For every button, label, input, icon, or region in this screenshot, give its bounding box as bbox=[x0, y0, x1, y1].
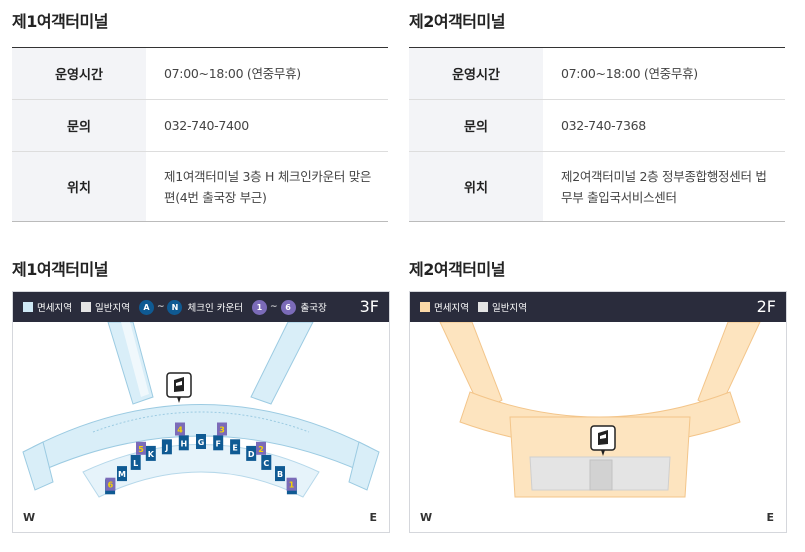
location-value: 제1여객터미널 3층 H 체크인카운터 맞은 편(4번 출국장 부근) bbox=[164, 168, 372, 205]
terminal2-map-title: 제2여객터미널 bbox=[409, 260, 505, 279]
map-legend-bar: 면세지역 일반지역 A ~ N 체크인 카운터 1 ~ 6 출국장 3F bbox=[13, 292, 389, 322]
checkin-to-badge: N bbox=[167, 299, 183, 315]
general-swatch bbox=[477, 302, 488, 312]
legend-general-label: 일반지역 bbox=[94, 303, 130, 314]
legend-duty-free: 면세지역 bbox=[23, 300, 72, 314]
hours-value: 07:00~18:00 (연중무휴) bbox=[561, 66, 698, 81]
table-row: 운영시간 07:00~18:00 (연중무휴) bbox=[12, 48, 388, 100]
gate-to-badge: 6 bbox=[280, 299, 296, 315]
terminal2-title: 제2여객터미널 bbox=[409, 12, 505, 31]
terminal1-map-title: 제1여객터미널 bbox=[12, 260, 108, 279]
table-row: 문의 032-740-7400 bbox=[12, 100, 388, 152]
checkin-counter-label: E bbox=[232, 443, 237, 452]
location-label: 위치 bbox=[12, 152, 146, 221]
hours-label: 운영시간 bbox=[409, 48, 543, 99]
terminal1-map: 면세지역 일반지역 A ~ N 체크인 카운터 1 ~ 6 출국장 3F M L… bbox=[12, 291, 390, 533]
terminal2-floor-plan bbox=[439, 322, 761, 498]
east-label: E bbox=[369, 511, 377, 524]
west-label: W bbox=[23, 511, 36, 524]
checkin-from-badge: A bbox=[138, 299, 154, 315]
legend-duty-free: 면세지역 bbox=[420, 300, 469, 314]
checkin-counter-label: B bbox=[277, 470, 283, 479]
gate-from-badge: 1 bbox=[251, 299, 267, 315]
t1-pier-right bbox=[250, 322, 314, 405]
terminal1-info-table: 운영시간 07:00~18:00 (연중무휴) 문의 032-740-7400 … bbox=[12, 47, 388, 222]
departure-gate-label: 3 bbox=[219, 426, 225, 435]
checkin-counter-label: F bbox=[215, 439, 220, 448]
legend-general-label: 일반지역 bbox=[491, 303, 527, 314]
terminal1-title: 제1여객터미널 bbox=[12, 12, 108, 31]
duty-free-swatch bbox=[23, 302, 33, 312]
legend-checkin: A ~ N 체크인 카운터 bbox=[138, 299, 243, 315]
general-swatch bbox=[80, 302, 91, 312]
hours-label: 운영시간 bbox=[12, 48, 146, 99]
table-row: 위치 제1여객터미널 3층 H 체크인카운터 맞은 편(4번 출국장 부근) bbox=[12, 152, 388, 221]
departure-gate-label: 5 bbox=[138, 445, 144, 454]
checkin-counter-label: M bbox=[118, 470, 126, 479]
checkin-counter-label: K bbox=[148, 450, 155, 459]
duty-free-swatch bbox=[420, 302, 430, 312]
terminal1-floor-plan: NMLKJHGFEDCBA 654321 bbox=[22, 322, 380, 498]
terminal2-info-table: 운영시간 07:00~18:00 (연중무휴) 문의 032-740-7368 … bbox=[409, 47, 785, 222]
legend-checkin-label: 체크인 카운터 bbox=[187, 303, 243, 314]
table-row: 위치 제2여객터미널 2층 정부종합행정센터 법무부 출입국서비스센터 bbox=[409, 152, 785, 221]
map-legend-bar: 면세지역 일반지역 2F bbox=[410, 292, 786, 322]
legend-gate: 1 ~ 6 출국장 bbox=[251, 299, 327, 315]
legend-general: 일반지역 bbox=[80, 300, 130, 314]
terminal2-map: 면세지역 일반지역 2F W E bbox=[409, 291, 787, 533]
legend-gate-label: 출국장 bbox=[300, 303, 327, 314]
table-row: 운영시간 07:00~18:00 (연중무휴) bbox=[409, 48, 785, 100]
checkin-counter-label: C bbox=[263, 459, 269, 468]
departure-gate-label: 6 bbox=[108, 481, 114, 490]
west-label: W bbox=[420, 511, 433, 524]
floor-label: 3F bbox=[359, 297, 379, 316]
checkin-counter-label: J bbox=[164, 443, 168, 452]
legend-general: 일반지역 bbox=[477, 300, 527, 314]
checkin-counter-label: D bbox=[248, 450, 255, 459]
checkin-counter-label: L bbox=[133, 459, 138, 468]
east-label: E bbox=[766, 511, 774, 524]
departure-gate-label: 1 bbox=[289, 481, 295, 490]
table-row: 문의 032-740-7368 bbox=[409, 100, 785, 152]
checkin-counter-label: H bbox=[180, 439, 187, 448]
departure-gate-label: 4 bbox=[177, 426, 183, 435]
contact-label: 문의 bbox=[12, 100, 146, 151]
contact-value: 032-740-7400 bbox=[164, 118, 249, 133]
hours-value: 07:00~18:00 (연중무휴) bbox=[164, 66, 301, 81]
contact-value: 032-740-7368 bbox=[561, 118, 646, 133]
contact-label: 문의 bbox=[409, 100, 543, 151]
floor-label: 2F bbox=[756, 297, 776, 316]
departure-gate-label: 2 bbox=[258, 445, 264, 454]
location-value: 제2여객터미널 2층 정부종합행정센터 법무부 출입국서비스센터 bbox=[561, 168, 767, 205]
legend-duty-free-label: 면세지역 bbox=[434, 303, 469, 314]
location-label: 위치 bbox=[409, 152, 543, 221]
legend-duty-free-label: 면세지역 bbox=[37, 303, 72, 314]
checkin-counter-label: G bbox=[198, 438, 205, 447]
